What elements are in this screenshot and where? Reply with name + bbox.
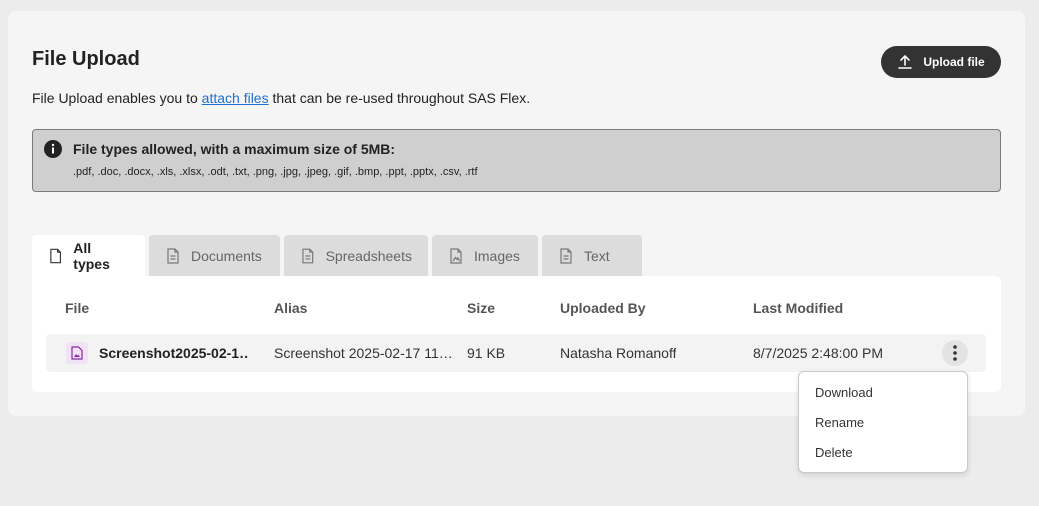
allowed-types: .pdf, .doc, .docx, .xls, .xlsx, .odt, .t…	[73, 166, 478, 178]
info-icon	[44, 140, 62, 158]
column-header-uploaded-by[interactable]: Uploaded By	[560, 300, 646, 316]
column-header-size[interactable]: Size	[467, 300, 495, 316]
tab-spreadsheets[interactable]: Spreadsheets	[284, 235, 428, 276]
intro-text: File Upload enables you to attach files …	[32, 90, 530, 106]
table-row[interactable]: Screenshot2025-02-1… Screenshot 2025-02-…	[46, 334, 986, 372]
tab-text[interactable]: Text	[542, 235, 642, 276]
row-actions-menu: Download Rename Delete	[798, 371, 968, 473]
image-file-icon	[66, 342, 88, 364]
file-size: 91 KB	[467, 345, 506, 361]
tab-all-types[interactable]: All types	[32, 235, 145, 276]
column-header-last-modified[interactable]: Last Modified	[753, 300, 843, 316]
file-name[interactable]: Screenshot2025-02-1…	[99, 345, 249, 361]
tab-label: Text	[584, 247, 610, 264]
intro-before: File Upload enables you to	[32, 90, 202, 106]
page-title: File Upload	[32, 48, 140, 70]
tab-documents[interactable]: Documents	[149, 235, 280, 276]
upload-file-button[interactable]: Upload file	[881, 46, 1001, 78]
column-header-file[interactable]: File	[65, 300, 89, 316]
file-types-info: File types allowed, with a maximum size …	[32, 129, 1001, 192]
row-actions-button[interactable]	[942, 340, 968, 366]
last-modified: 8/7/2025 2:48:00 PM	[753, 345, 883, 361]
upload-file-label: Upload file	[923, 55, 985, 69]
file-type-tabs: All types Documents Spreadsheets Images …	[32, 235, 642, 276]
file-alias: Screenshot 2025-02-17 11…	[274, 345, 453, 361]
image-file-icon	[450, 247, 462, 264]
menu-item-delete[interactable]: Delete	[799, 440, 967, 470]
document-icon	[167, 247, 179, 264]
info-title: File types allowed, with a maximum size …	[73, 141, 396, 157]
tab-label: Spreadsheets	[325, 247, 412, 264]
uploaded-by: Natasha Romanoff	[560, 345, 677, 361]
tab-images[interactable]: Images	[432, 235, 538, 276]
spreadsheet-icon	[302, 248, 314, 263]
tab-label: All types	[73, 239, 110, 272]
upload-icon	[898, 55, 913, 69]
attach-files-link[interactable]: attach files	[202, 90, 269, 106]
intro-after: that can be re-used throughout SAS Flex.	[268, 90, 531, 106]
tab-label: Images	[474, 247, 520, 264]
file-icon	[50, 248, 61, 263]
text-file-icon	[560, 247, 572, 264]
menu-item-download[interactable]: Download	[799, 380, 967, 410]
menu-item-rename[interactable]: Rename	[799, 410, 967, 440]
tab-label: Documents	[191, 247, 262, 264]
kebab-icon	[953, 345, 957, 361]
column-header-alias[interactable]: Alias	[274, 300, 307, 316]
